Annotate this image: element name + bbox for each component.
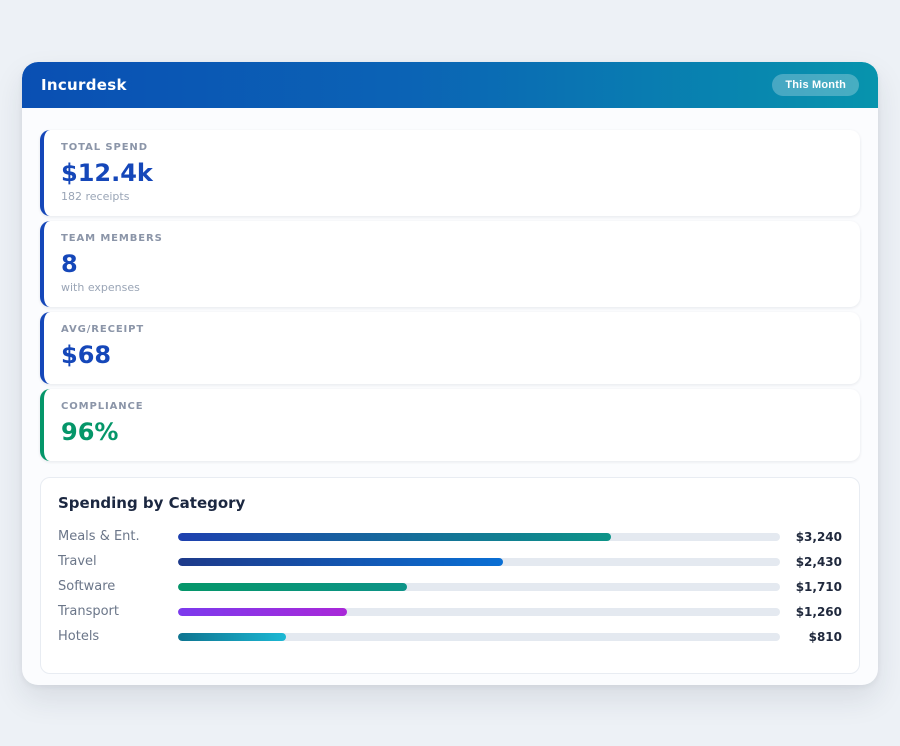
category-bar-track xyxy=(178,558,780,566)
category-bar-track xyxy=(178,583,780,591)
category-row: Software $1,710 xyxy=(58,574,842,599)
spending-by-category-card: Spending by Category Meals & Ent. $3,240 T… xyxy=(40,477,860,674)
stat-value: $68 xyxy=(61,341,843,369)
category-value: $1,260 xyxy=(780,605,842,619)
stat-card-total-spend: TOTAL SPEND $12.4k 182 receipts xyxy=(40,130,860,216)
category-label: Meals & Ent. xyxy=(58,529,178,544)
stat-subtext: 182 receipts xyxy=(61,190,843,204)
app-title: Incurdesk xyxy=(41,76,127,94)
category-label: Software xyxy=(58,579,178,594)
stat-label: COMPLIANCE xyxy=(61,400,843,413)
stat-card-team-members: TEAM MEMBERS 8 with expenses xyxy=(40,221,860,307)
category-row: Meals & Ent. $3,240 xyxy=(58,524,842,549)
category-bar-track xyxy=(178,608,780,616)
category-bar-fill xyxy=(178,608,347,616)
stat-value: 96% xyxy=(61,418,843,446)
stat-label: AVG/RECEIPT xyxy=(61,323,843,336)
stat-card-compliance: COMPLIANCE 96% xyxy=(40,389,860,461)
stat-value: 8 xyxy=(61,250,843,278)
stat-label: TOTAL SPEND xyxy=(61,141,843,154)
category-bar-track xyxy=(178,633,780,641)
chart-title: Spending by Category xyxy=(58,494,842,512)
category-label: Travel xyxy=(58,554,178,569)
category-label: Hotels xyxy=(58,629,178,644)
category-value: $2,430 xyxy=(780,555,842,569)
period-badge[interactable]: This Month xyxy=(772,74,859,96)
dashboard-body: TOTAL SPEND $12.4k 182 receipts TEAM MEM… xyxy=(22,108,878,685)
category-bar-fill xyxy=(178,558,503,566)
category-row: Transport $1,260 xyxy=(58,599,842,624)
category-bar-track xyxy=(178,533,780,541)
category-label: Transport xyxy=(58,604,178,619)
stat-value: $12.4k xyxy=(61,159,843,187)
stat-label: TEAM MEMBERS xyxy=(61,232,843,245)
category-rows: Meals & Ent. $3,240 Travel $2,430 Software $1… xyxy=(58,524,842,649)
dashboard-card: Incurdesk This Month TOTAL SPEND $12.4k … xyxy=(22,62,878,685)
category-row: Hotels $810 xyxy=(58,624,842,649)
category-bar-fill xyxy=(178,583,407,591)
category-bar-fill xyxy=(178,633,286,641)
category-row: Travel $2,430 xyxy=(58,549,842,574)
category-bar-fill xyxy=(178,533,611,541)
category-value: $3,240 xyxy=(780,530,842,544)
category-value: $810 xyxy=(780,630,842,644)
app-header: Incurdesk This Month xyxy=(22,62,878,108)
stat-subtext: with expenses xyxy=(61,281,843,295)
stat-card-avg-receipt: AVG/RECEIPT $68 xyxy=(40,312,860,384)
category-value: $1,710 xyxy=(780,580,842,594)
